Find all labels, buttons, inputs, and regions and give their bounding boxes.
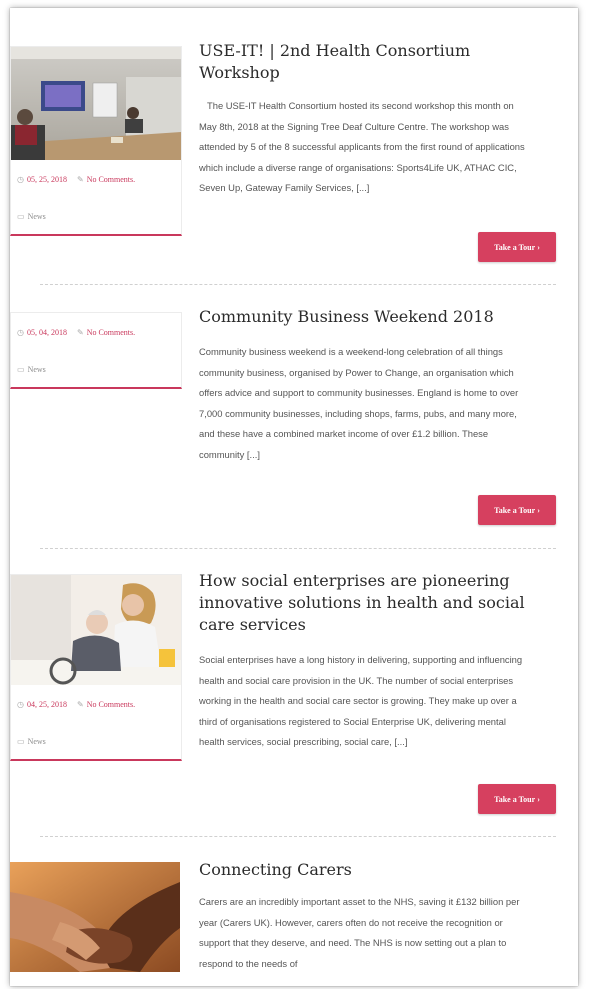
post-comments-link[interactable]: No Comments. xyxy=(87,700,135,709)
folder-icon: ▭ xyxy=(17,211,25,221)
post-meta-card xyxy=(10,862,182,972)
post-thumbnail[interactable] xyxy=(11,47,181,160)
folder-icon: ▭ xyxy=(17,736,25,746)
post-date: 05, 04, 2018 xyxy=(26,327,67,337)
post-excerpt: Carers are an incredibly important asset… xyxy=(199,896,520,969)
post-divider xyxy=(40,548,556,549)
clock-icon: ◷ xyxy=(17,174,24,184)
post-meta-card: ◷ 04, 25, 2018 ✎ No Comments. ▭ News xyxy=(10,574,182,761)
category-link[interactable]: News xyxy=(28,212,46,221)
post-excerpt: The USE-IT Health Consortium hosted its … xyxy=(199,100,525,193)
button-label: Take a Tour xyxy=(494,242,536,252)
clock-icon: ◷ xyxy=(17,327,24,337)
take-a-tour-button[interactable]: Take a Tour › xyxy=(478,495,556,525)
post-title[interactable]: How social enterprises are pioneering in… xyxy=(199,570,529,636)
post-divider xyxy=(40,284,556,285)
take-a-tour-button[interactable]: Take a Tour › xyxy=(478,232,556,262)
post-title[interactable]: USE-IT! | 2nd Health Consortium Workshop xyxy=(199,40,529,84)
post-date: 05, 25, 2018 xyxy=(26,174,67,184)
post-title[interactable]: Connecting Carers xyxy=(199,859,529,881)
carer-and-elderly-man-photo xyxy=(11,575,181,685)
post-title[interactable]: Community Business Weekend 2018 xyxy=(199,306,529,328)
post-comments-link[interactable]: No Comments. xyxy=(87,175,135,184)
comment-icon: ✎ xyxy=(76,327,84,337)
post-meta: ◷ 05, 04, 2018 ✎ No Comments. xyxy=(11,313,181,351)
post-divider xyxy=(40,836,556,837)
post-date: 04, 25, 2018 xyxy=(26,699,67,709)
post-thumbnail[interactable] xyxy=(10,862,180,972)
post-thumbnail[interactable] xyxy=(11,575,181,685)
blog-list: ◷ 05, 25, 2018 ✎ No Comments. ▭ News USE… xyxy=(10,8,578,986)
post-excerpt: Social enterprises have a long history i… xyxy=(199,654,523,747)
button-label: Take a Tour xyxy=(494,505,536,515)
workshop-room-photo xyxy=(11,47,181,160)
post-category: ▭ News xyxy=(11,351,181,387)
button-label: Take a Tour xyxy=(494,794,536,804)
folder-icon: ▭ xyxy=(17,364,25,374)
comment-icon: ✎ xyxy=(76,699,84,709)
take-a-tour-button[interactable]: Take a Tour › xyxy=(478,784,556,814)
post-category: ▭ News xyxy=(11,723,181,759)
post-meta-card: ◷ 05, 25, 2018 ✎ No Comments. ▭ News xyxy=(10,46,182,236)
post-excerpt: Community business weekend is a weekend-… xyxy=(199,346,519,460)
post-meta: ◷ 05, 25, 2018 ✎ No Comments. xyxy=(11,160,181,198)
comment-icon: ✎ xyxy=(76,174,84,184)
post-comments-link[interactable]: No Comments. xyxy=(87,328,135,337)
holding-hands-photo xyxy=(10,862,180,972)
clock-icon: ◷ xyxy=(17,699,24,709)
post-meta-card: ◷ 05, 04, 2018 ✎ No Comments. ▭ News xyxy=(10,312,182,389)
post-category: ▭ News xyxy=(11,198,181,234)
category-link[interactable]: News xyxy=(28,365,46,374)
post-meta: ◷ 04, 25, 2018 ✎ No Comments. xyxy=(11,685,181,723)
category-link[interactable]: News xyxy=(28,737,46,746)
